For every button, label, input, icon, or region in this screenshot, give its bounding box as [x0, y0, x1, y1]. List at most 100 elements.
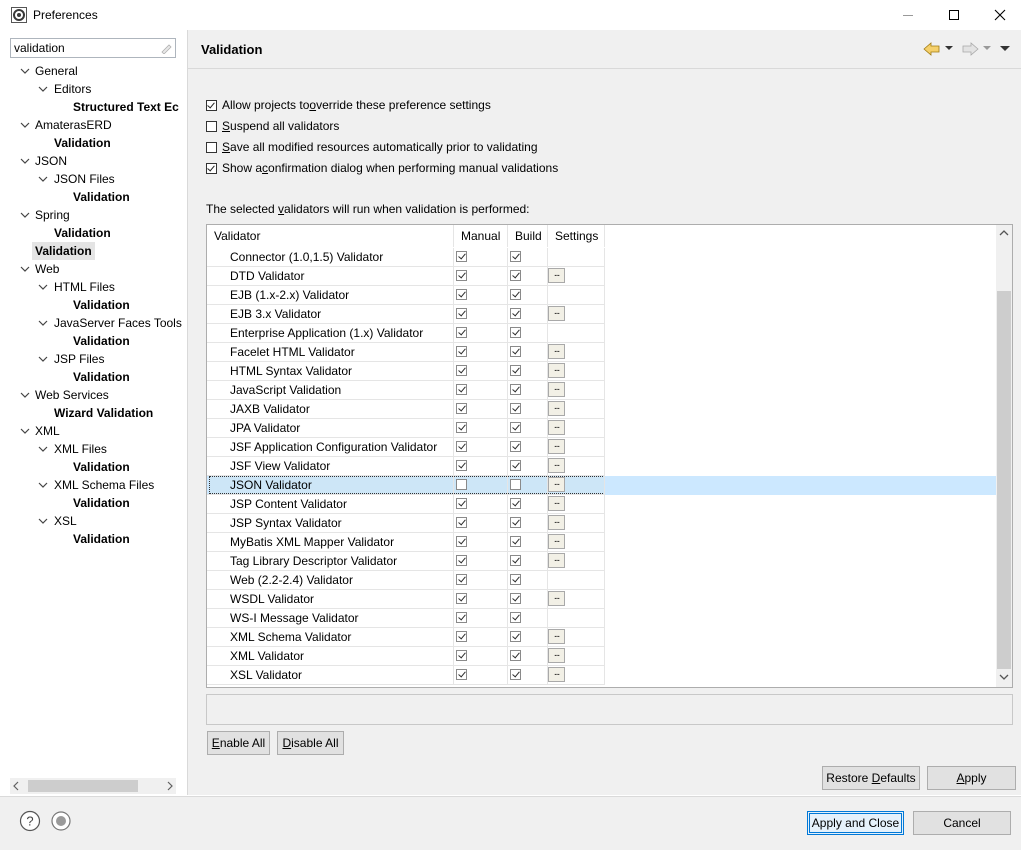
manual-checkbox[interactable] — [456, 346, 467, 357]
build-checkbox[interactable] — [510, 327, 521, 338]
tree-expand-chevron-icon[interactable] — [37, 440, 49, 458]
manual-checkbox[interactable] — [456, 669, 467, 680]
manual-checkbox[interactable] — [456, 631, 467, 642]
table-row[interactable]: Web (2.2-2.4) Validator — [207, 571, 997, 590]
validator-settings-button[interactable]: ... — [548, 439, 565, 454]
table-row[interactable]: EJB 3.x Validator... — [207, 305, 997, 324]
tree-item[interactable]: XSL — [54, 512, 77, 530]
validator-settings-button[interactable]: ... — [548, 268, 565, 283]
tree-item[interactable]: JSON — [35, 152, 67, 170]
tree-expand-chevron-icon[interactable] — [19, 206, 31, 224]
table-row[interactable]: Enterprise Application (1.x) Validator — [207, 324, 997, 343]
table-row[interactable]: XML Schema Validator... — [207, 628, 997, 647]
validator-settings-button[interactable]: ... — [548, 458, 565, 473]
tree-item[interactable]: Validation — [54, 134, 111, 152]
scrollbar-thumb[interactable] — [997, 291, 1011, 669]
build-checkbox[interactable] — [510, 403, 521, 414]
validator-settings-button[interactable]: ... — [548, 477, 565, 492]
build-checkbox[interactable] — [510, 308, 521, 319]
manual-checkbox[interactable] — [456, 593, 467, 604]
tree-expand-chevron-icon[interactable] — [19, 116, 31, 134]
build-checkbox[interactable] — [510, 251, 521, 262]
build-checkbox[interactable] — [510, 498, 521, 509]
build-checkbox[interactable] — [510, 270, 521, 281]
table-row[interactable]: JSON Validator... — [207, 476, 997, 495]
tree-expand-chevron-icon[interactable] — [37, 476, 49, 494]
build-checkbox[interactable] — [510, 289, 521, 300]
tree-horizontal-scrollbar[interactable] — [10, 778, 176, 794]
scroll-down-chevron-icon[interactable] — [999, 673, 1009, 681]
manual-checkbox[interactable] — [456, 403, 467, 414]
build-checkbox[interactable] — [510, 631, 521, 642]
apply-and-close-button[interactable]: Apply and Close — [807, 811, 904, 835]
column-header-validator[interactable]: Validator — [207, 225, 454, 247]
manual-checkbox[interactable] — [456, 498, 467, 509]
validator-settings-button[interactable]: ... — [548, 344, 565, 359]
tree-expand-chevron-icon[interactable] — [19, 260, 31, 278]
table-row[interactable]: HTML Syntax Validator... — [207, 362, 997, 381]
manual-checkbox[interactable] — [456, 365, 467, 376]
manual-checkbox[interactable] — [456, 327, 467, 338]
tree-item[interactable]: Spring — [35, 206, 70, 224]
manual-checkbox[interactable] — [456, 650, 467, 661]
option-checkbox[interactable] — [206, 162, 217, 174]
manual-checkbox[interactable] — [456, 270, 467, 281]
filter-field[interactable] — [10, 38, 176, 58]
tree-item[interactable]: XML Files — [54, 440, 107, 458]
manual-checkbox[interactable] — [456, 251, 467, 262]
tree-item[interactable]: AmaterasERD — [35, 116, 112, 134]
validator-settings-button[interactable]: ... — [548, 629, 565, 644]
table-row[interactable]: EJB (1.x-2.x) Validator — [207, 286, 997, 305]
build-checkbox[interactable] — [510, 650, 521, 661]
validator-settings-button[interactable]: ... — [548, 667, 565, 682]
build-checkbox[interactable] — [510, 593, 521, 604]
manual-checkbox[interactable] — [456, 555, 467, 566]
build-checkbox[interactable] — [510, 384, 521, 395]
validator-settings-button[interactable]: ... — [548, 306, 565, 321]
tree-item[interactable]: Validation — [73, 494, 130, 512]
manual-checkbox[interactable] — [456, 422, 467, 433]
option-row[interactable]: Allow projects to o verride these prefere… — [206, 97, 491, 113]
option-row[interactable]: Save all modified resources automaticall… — [206, 139, 538, 155]
tree-item[interactable]: Validation — [32, 242, 95, 260]
forward-menu-chevron-down-icon[interactable] — [982, 44, 992, 52]
back-arrow-icon[interactable] — [923, 41, 941, 57]
table-row[interactable]: Tag Library Descriptor Validator... — [207, 552, 997, 571]
table-row[interactable]: WS-I Message Validator — [207, 609, 997, 628]
manual-checkbox[interactable] — [456, 574, 467, 585]
table-row[interactable]: JPA Validator... — [207, 419, 997, 438]
validators-table[interactable]: Validator Manual Build Settings Connecto… — [206, 224, 1013, 688]
tree-expand-chevron-icon[interactable] — [37, 512, 49, 530]
manual-checkbox[interactable] — [456, 308, 467, 319]
tree-item[interactable]: Web — [35, 260, 59, 278]
tree-item[interactable]: JavaServer Faces Tools — [54, 314, 182, 332]
validator-settings-button[interactable]: ... — [548, 420, 565, 435]
column-header-manual[interactable]: Manual — [454, 225, 508, 247]
tree-expand-chevron-icon[interactable] — [37, 80, 49, 98]
tree-item[interactable]: Validation — [73, 332, 130, 350]
apply-button[interactable]: Apply — [927, 766, 1016, 790]
manual-checkbox[interactable] — [456, 289, 467, 300]
tree-item[interactable]: JSP Files — [54, 350, 104, 368]
manual-checkbox[interactable] — [456, 460, 467, 471]
help-icon[interactable]: ? — [19, 810, 41, 832]
table-row[interactable]: MyBatis XML Mapper Validator... — [207, 533, 997, 552]
enable-all-button[interactable]: Enable All — [207, 731, 270, 755]
build-checkbox[interactable] — [510, 346, 521, 357]
table-row[interactable]: JSF View Validator... — [207, 457, 997, 476]
option-checkbox[interactable] — [206, 99, 217, 111]
table-row[interactable]: JAXB Validator... — [207, 400, 997, 419]
tree-expand-chevron-icon[interactable] — [19, 62, 31, 80]
disable-all-button[interactable]: Disable All — [277, 731, 344, 755]
table-row[interactable]: Facelet HTML Validator... — [207, 343, 997, 362]
validator-settings-button[interactable]: ... — [548, 553, 565, 568]
validator-settings-button[interactable]: ... — [548, 496, 565, 511]
view-menu-chevron-down-icon[interactable] — [999, 44, 1011, 52]
build-checkbox[interactable] — [510, 612, 521, 623]
option-row[interactable]: Show a c onfirmation dialog when performi… — [206, 160, 558, 176]
table-row[interactable]: WSDL Validator... — [207, 590, 997, 609]
tree-item[interactable]: XML — [35, 422, 60, 440]
back-menu-chevron-down-icon[interactable] — [944, 44, 954, 52]
column-header-build[interactable]: Build — [508, 225, 548, 247]
tree-item[interactable]: Validation — [73, 458, 130, 476]
